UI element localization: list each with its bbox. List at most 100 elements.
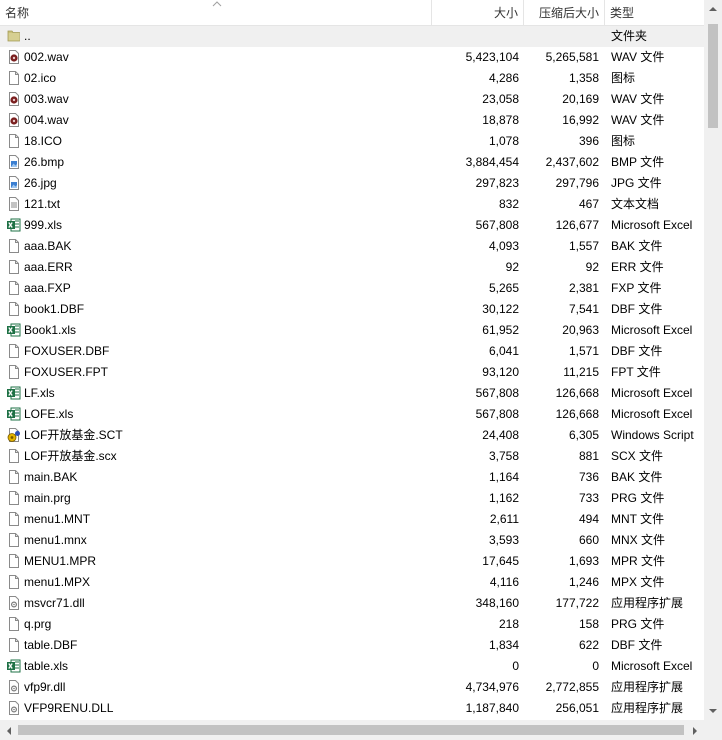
file-row[interactable]: 26.jpg 297,823 297,796 JPG 文件 bbox=[0, 173, 704, 194]
file-row[interactable]: Book1.xls 61,952 20,963 Microsoft Excel bbox=[0, 320, 704, 341]
file-compressed-size: 126,668 bbox=[555, 386, 599, 400]
file-row[interactable]: table.xls 0 0 Microsoft Excel bbox=[0, 656, 704, 677]
file-type: BAK 文件 bbox=[611, 239, 663, 253]
file-row[interactable]: main.prg 1,162 733 PRG 文件 bbox=[0, 488, 704, 509]
file-row[interactable]: table.DBF 1,834 622 DBF 文件 bbox=[0, 635, 704, 656]
file-row[interactable]: LOF开放基金.scx 3,758 881 SCX 文件 bbox=[0, 446, 704, 467]
file-row[interactable]: main.BAK 1,164 736 BAK 文件 bbox=[0, 467, 704, 488]
file-size: 1,187,840 bbox=[465, 701, 519, 715]
scroll-right-arrow-icon[interactable] bbox=[692, 727, 698, 735]
horizontal-scrollbar[interactable] bbox=[0, 720, 704, 740]
file-name: aaa.ERR bbox=[24, 260, 73, 274]
file-row[interactable]: vfp9r.dll 4,734,976 2,772,855 应用程序扩展 bbox=[0, 677, 704, 698]
blank-file-icon bbox=[6, 637, 22, 653]
parent-folder-row[interactable]: .. 文件夹 bbox=[0, 26, 704, 47]
file-row[interactable]: 999.xls 567,808 126,677 Microsoft Excel bbox=[0, 215, 704, 236]
blank-file-icon bbox=[6, 553, 22, 569]
file-size: 5,423,104 bbox=[465, 50, 519, 64]
script-file-icon bbox=[6, 427, 22, 443]
folder-icon bbox=[6, 28, 22, 44]
file-size bbox=[432, 26, 519, 47]
file-size: 17,645 bbox=[482, 554, 519, 568]
file-type: 应用程序扩展 bbox=[611, 680, 684, 694]
file-row[interactable]: q.prg 218 158 PRG 文件 bbox=[0, 614, 704, 635]
excel-file-icon bbox=[6, 322, 22, 338]
excel-file-icon bbox=[6, 658, 22, 674]
file-row[interactable]: 003.wav 23,058 20,169 WAV 文件 bbox=[0, 89, 704, 110]
file-type: 应用程序扩展 bbox=[611, 701, 684, 715]
file-row[interactable]: 002.wav 5,423,104 5,265,581 WAV 文件 bbox=[0, 47, 704, 68]
scroll-left-arrow-icon[interactable] bbox=[6, 727, 12, 735]
blank-file-icon bbox=[6, 469, 22, 485]
file-row[interactable]: aaa.FXP 5,265 2,381 FXP 文件 bbox=[0, 278, 704, 299]
column-header-name[interactable]: 名称 bbox=[0, 0, 432, 25]
file-type: Microsoft Excel bbox=[611, 386, 693, 400]
file-name: LOF开放基金.SCT bbox=[24, 428, 123, 442]
file-name: q.prg bbox=[24, 617, 52, 631]
file-size: 4,116 bbox=[489, 575, 519, 589]
file-type: WAV 文件 bbox=[611, 50, 665, 64]
file-row[interactable]: FOXUSER.FPT 93,120 11,215 FPT 文件 bbox=[0, 362, 704, 383]
file-type: DBF 文件 bbox=[611, 638, 663, 652]
file-compressed-size: 297,796 bbox=[555, 176, 599, 190]
file-size: 5,265 bbox=[488, 281, 519, 295]
file-type: MPX 文件 bbox=[611, 575, 665, 589]
file-size: 30,122 bbox=[482, 302, 519, 316]
file-name: aaa.FXP bbox=[24, 281, 71, 295]
file-name: .. bbox=[24, 29, 31, 43]
file-row[interactable]: 26.bmp 3,884,454 2,437,602 BMP 文件 bbox=[0, 152, 704, 173]
blank-file-icon bbox=[6, 343, 22, 359]
file-compressed-size: 660 bbox=[578, 533, 599, 547]
file-compressed-size: 622 bbox=[578, 638, 599, 652]
horizontal-scroll-thumb[interactable] bbox=[18, 725, 684, 735]
file-type: Microsoft Excel bbox=[611, 407, 693, 421]
file-row[interactable]: book1.DBF 30,122 7,541 DBF 文件 bbox=[0, 299, 704, 320]
file-row[interactable]: menu1.MPX 4,116 1,246 MPX 文件 bbox=[0, 572, 704, 593]
file-row[interactable]: menu1.mnx 3,593 660 MNX 文件 bbox=[0, 530, 704, 551]
blank-file-icon bbox=[6, 133, 22, 149]
file-size: 348,160 bbox=[475, 596, 519, 610]
file-compressed-size: 1,571 bbox=[568, 344, 599, 358]
file-row[interactable]: LOF开放基金.SCT 24,408 6,305 Windows Script bbox=[0, 425, 704, 446]
file-type: Microsoft Excel bbox=[611, 659, 693, 673]
column-header-compressed-size[interactable]: 压缩后大小 bbox=[524, 0, 605, 25]
scroll-down-arrow-icon[interactable] bbox=[709, 708, 717, 714]
file-row[interactable]: 18.ICO 1,078 396 图标 bbox=[0, 131, 704, 152]
file-row[interactable]: LF.xls 567,808 126,668 Microsoft Excel bbox=[0, 383, 704, 404]
file-row[interactable]: 121.txt 832 467 文本文档 bbox=[0, 194, 704, 215]
file-row[interactable]: FOXUSER.DBF 6,041 1,571 DBF 文件 bbox=[0, 341, 704, 362]
file-row[interactable]: msvcr71.dll 348,160 177,722 应用程序扩展 bbox=[0, 593, 704, 614]
file-row[interactable]: 004.wav 18,878 16,992 WAV 文件 bbox=[0, 110, 704, 131]
file-compressed-size: 11,215 bbox=[563, 365, 599, 379]
file-name: table.DBF bbox=[24, 638, 78, 652]
file-compressed-size: 2,437,602 bbox=[545, 155, 599, 169]
file-compressed-size: 467 bbox=[578, 197, 599, 211]
scroll-up-arrow-icon[interactable] bbox=[709, 6, 717, 12]
file-row[interactable]: 02.ico 4,286 1,358 图标 bbox=[0, 68, 704, 89]
file-row[interactable]: aaa.BAK 4,093 1,557 BAK 文件 bbox=[0, 236, 704, 257]
file-name: 26.jpg bbox=[24, 176, 57, 190]
file-type: WAV 文件 bbox=[611, 113, 665, 127]
file-row[interactable]: VFP9RENU.DLL 1,187,840 256,051 应用程序扩展 bbox=[0, 698, 704, 719]
blank-file-icon bbox=[6, 364, 22, 380]
vertical-scroll-thumb[interactable] bbox=[708, 24, 718, 128]
file-type: DBF 文件 bbox=[611, 302, 663, 316]
file-size: 297,823 bbox=[475, 176, 519, 190]
audio-file-icon bbox=[6, 91, 22, 107]
file-name: Book1.xls bbox=[24, 323, 77, 337]
file-size: 93,120 bbox=[482, 365, 519, 379]
blank-file-icon bbox=[6, 574, 22, 590]
file-row[interactable]: menu1.MNT 2,611 494 MNT 文件 bbox=[0, 509, 704, 530]
column-header-type[interactable]: 类型 bbox=[605, 0, 704, 25]
file-row[interactable]: aaa.ERR 92 92 ERR 文件 bbox=[0, 257, 704, 278]
file-name: msvcr71.dll bbox=[24, 596, 85, 610]
file-compressed-size: 2,772,855 bbox=[545, 680, 599, 694]
blank-file-icon bbox=[6, 259, 22, 275]
file-row[interactable]: LOFE.xls 567,808 126,668 Microsoft Excel bbox=[0, 404, 704, 425]
file-type: 文件夹 bbox=[611, 29, 648, 43]
file-name: LOF开放基金.scx bbox=[24, 449, 117, 463]
excel-file-icon bbox=[6, 385, 22, 401]
column-header-size[interactable]: 大小 bbox=[432, 0, 524, 25]
file-row[interactable]: MENU1.MPR 17,645 1,693 MPR 文件 bbox=[0, 551, 704, 572]
vertical-scrollbar[interactable] bbox=[704, 0, 722, 720]
